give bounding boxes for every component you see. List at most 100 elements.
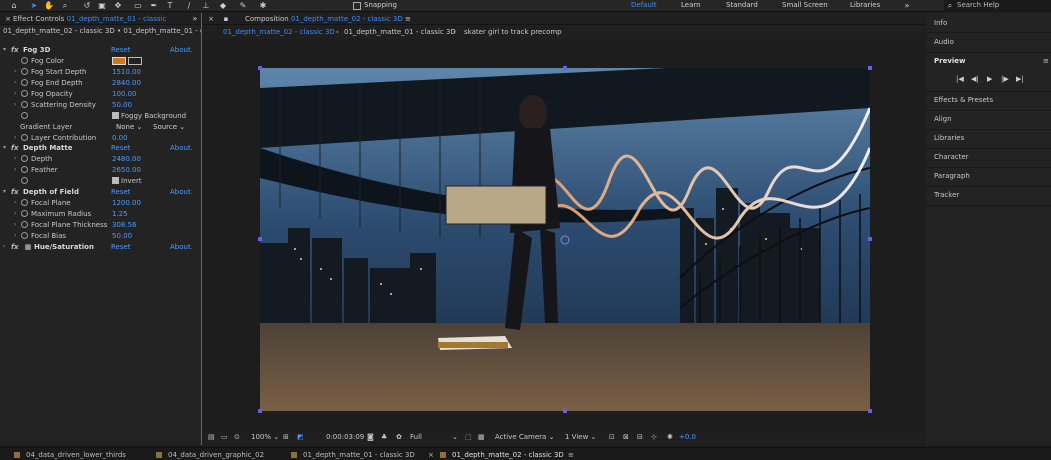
param-value[interactable]: 308.56 — [112, 220, 137, 230]
param-value[interactable]: 50.00 — [112, 231, 132, 241]
layer-handle[interactable] — [868, 409, 872, 413]
param-value[interactable]: 50.00 — [112, 100, 132, 110]
twirl-right-icon[interactable]: › — [14, 100, 16, 110]
twirl-right-icon[interactable]: › — [14, 89, 16, 99]
panel-paragraph[interactable]: Paragraph — [934, 172, 970, 180]
hand-icon[interactable]: ✋ — [44, 1, 54, 11]
workspace-libraries[interactable]: Libraries — [850, 1, 880, 9]
panel-libraries[interactable]: Libraries — [934, 134, 964, 142]
region-of-interest-icon[interactable]: ⬚ — [465, 433, 472, 441]
more-workspaces-icon[interactable]: » — [902, 1, 912, 11]
camera-icon[interactable]: ▣ — [97, 1, 107, 11]
twirl-right-icon[interactable]: › — [3, 242, 5, 252]
color-channel-icon[interactable]: ✿ — [396, 433, 402, 441]
play-icon[interactable]: ▶ — [987, 75, 992, 83]
effect-row-hue-saturation[interactable]: › fx Hue/Saturation ▦ Reset About. — [0, 242, 201, 252]
breadcrumb-item[interactable]: 01_depth_matte_01 - classic 3D — [344, 28, 456, 36]
panel-info[interactable]: Info — [934, 19, 947, 27]
twirl-down-icon[interactable]: ▾ — [3, 45, 6, 55]
monitor-icon[interactable]: ▭ — [221, 433, 228, 441]
panel-menu-icon[interactable]: ≡ — [568, 451, 574, 459]
layer-handle[interactable] — [258, 409, 262, 413]
layer-handle[interactable] — [868, 66, 872, 70]
pixel-aspect-icon[interactable]: ⊡ — [609, 433, 615, 441]
reset-button[interactable]: Reset — [111, 242, 131, 252]
pan-behind-icon[interactable]: ✥ — [113, 1, 123, 11]
clone-icon[interactable]: ⊥ — [201, 1, 211, 11]
about-button[interactable]: About. — [170, 143, 193, 153]
param-value[interactable]: 1.25 — [112, 209, 128, 219]
panel-align[interactable]: Align — [934, 115, 952, 123]
layer-handle[interactable] — [563, 409, 567, 413]
fx-icon[interactable]: fx — [11, 242, 19, 252]
param-value[interactable]: 2650.00 — [112, 165, 141, 175]
twirl-right-icon[interactable]: › — [14, 220, 16, 230]
binoculars-icon[interactable]: ⊙ — [234, 433, 240, 441]
stopwatch-icon[interactable] — [21, 112, 28, 119]
workspace-default[interactable]: Default — [631, 1, 657, 9]
timeline-tab-active[interactable]: 01_depth_matte_02 - classic 3D — [440, 451, 564, 459]
eyedropper-icon[interactable] — [128, 57, 142, 65]
always-preview-icon[interactable]: ▤ — [208, 433, 215, 441]
invert-checkbox[interactable] — [112, 177, 119, 184]
twirl-right-icon[interactable]: › — [14, 198, 16, 208]
twirl-right-icon[interactable]: › — [14, 133, 16, 143]
mask-icon[interactable]: ▭ — [133, 1, 143, 11]
chevron-down-icon[interactable]: ⌄ — [452, 433, 458, 441]
fx-icon[interactable]: fx — [11, 45, 19, 55]
timeline-tab[interactable]: 01_depth_matte_01 - classic 3D — [291, 451, 415, 459]
effect-row-fog3d[interactable]: ▾ fx Fog 3D Reset About. — [0, 45, 201, 55]
stopwatch-icon[interactable] — [21, 199, 28, 206]
grid-icon[interactable]: ⊞ — [283, 433, 289, 441]
layer-handle[interactable] — [868, 237, 872, 241]
stopwatch-icon[interactable] — [21, 101, 28, 108]
stopwatch-icon[interactable] — [21, 68, 28, 75]
effect-row-depth-matte[interactable]: ▾ fx Depth Matte Reset About. — [0, 143, 201, 153]
stopwatch-icon[interactable] — [21, 79, 28, 86]
show-snapshot-icon[interactable]: ♣ — [381, 433, 387, 441]
reset-button[interactable]: Reset — [111, 143, 131, 153]
about-button[interactable]: About. — [170, 242, 193, 252]
twirl-right-icon[interactable]: › — [14, 231, 16, 241]
panel-preview[interactable]: Preview — [934, 57, 966, 65]
next-frame-icon[interactable]: |▶ — [1001, 75, 1009, 83]
flowchart-icon[interactable]: ⊹ — [651, 433, 657, 441]
exposure-icon[interactable]: ✺ — [667, 433, 673, 441]
type-icon[interactable]: T — [165, 1, 175, 11]
fast-preview-icon[interactable]: ⊠ — [623, 433, 629, 441]
panel-effects-presets[interactable]: Effects & Presets — [934, 96, 993, 104]
timecode[interactable]: 0:00:03:09 — [326, 433, 364, 441]
pen-icon[interactable]: ✒ — [149, 1, 159, 11]
exposure-value[interactable]: +0.0 — [679, 433, 696, 441]
fx-icon[interactable]: fx — [11, 143, 19, 153]
reset-button[interactable]: Reset — [111, 45, 131, 55]
foggy-background-checkbox[interactable] — [112, 112, 119, 119]
close-icon[interactable]: × — [206, 14, 216, 24]
tab-composition[interactable]: Composition 01_depth_matte_02 - classic … — [245, 15, 411, 23]
snapping-checkbox[interactable] — [353, 2, 361, 10]
twirl-right-icon[interactable]: › — [14, 165, 16, 175]
param-value[interactable]: 0.00 — [112, 133, 128, 143]
close-icon[interactable]: × — [428, 451, 434, 459]
fog-color-swatch[interactable] — [112, 57, 126, 65]
panel-character[interactable]: Character — [934, 153, 969, 161]
stopwatch-icon[interactable] — [21, 90, 28, 97]
fx-icon[interactable]: fx — [11, 187, 19, 197]
workspace-small-screen[interactable]: Small Screen — [782, 1, 828, 9]
about-button[interactable]: About. — [170, 45, 193, 55]
breadcrumb-item[interactable]: skater girl to track precomp — [464, 28, 562, 36]
stopwatch-icon[interactable] — [21, 232, 28, 239]
stopwatch-icon[interactable] — [21, 57, 28, 64]
layer-handle[interactable] — [258, 66, 262, 70]
twirl-right-icon[interactable]: › — [14, 154, 16, 164]
workspace-learn[interactable]: Learn — [681, 1, 701, 9]
view-layout-dropdown[interactable]: 1 View ⌄ — [565, 433, 596, 441]
workspace-standard[interactable]: Standard — [726, 1, 758, 9]
roto-icon[interactable]: ✎ — [238, 1, 248, 11]
mask-visibility-icon[interactable]: ◩ — [297, 433, 304, 441]
last-frame-icon[interactable]: ▶| — [1016, 75, 1024, 83]
stopwatch-icon[interactable] — [21, 210, 28, 217]
snapshot-icon[interactable]: ◙ — [367, 433, 374, 441]
stopwatch-icon[interactable] — [21, 166, 28, 173]
brush-icon[interactable]: ∕ — [184, 1, 194, 11]
